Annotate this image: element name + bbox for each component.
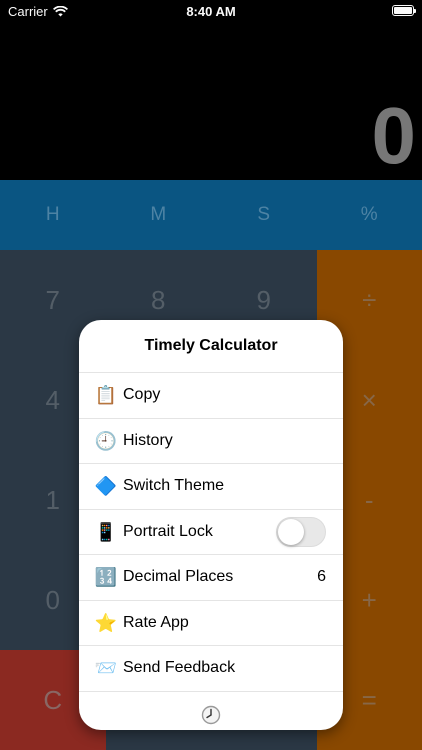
menu-footer[interactable] [79, 700, 343, 730]
envelope-icon: 📨 [94, 658, 118, 679]
numbers-icon: 🔢 [94, 567, 118, 588]
menu-item-label: History [123, 431, 173, 449]
menu-item-send-feedback[interactable]: 📨 Send Feedback [79, 646, 343, 692]
toggle-knob [278, 518, 304, 545]
menu-item-value: 6 [317, 568, 326, 586]
menu-item-label: Decimal Places [123, 568, 234, 586]
menu-item-label: Portrait Lock [123, 522, 213, 540]
clock-icon[interactable] [201, 705, 221, 725]
portrait-lock-toggle[interactable] [276, 516, 326, 547]
menu-item-portrait-lock[interactable]: 📱 Portrait Lock [79, 510, 343, 555]
menu-items: 📋 Copy 🕘 History 🔷 Switch Theme 📱 Portrait Lock… [79, 373, 343, 692]
menu-item-copy[interactable]: 📋 Copy [79, 373, 343, 419]
menu-item-label: Copy [123, 386, 161, 404]
phone-icon: 📱 [94, 521, 118, 542]
star-icon: ⭐ [94, 612, 118, 633]
settings-menu: Timely Calculator 📋 Copy 🕘 History 🔷 Switch T… [79, 320, 343, 730]
clipboard-icon: 📋 [94, 385, 118, 406]
blue-diamond-icon: 🔷 [94, 476, 118, 497]
menu-item-history[interactable]: 🕘 History [79, 419, 343, 464]
menu-item-decimal-places[interactable]: 🔢 Decimal Places 6 [79, 555, 343, 601]
menu-item-label: Rate App [123, 613, 189, 631]
menu-title: Timely Calculator [79, 320, 343, 373]
menu-item-switch-theme[interactable]: 🔷 Switch Theme [79, 464, 343, 510]
clock-icon: 🕘 [94, 430, 118, 451]
menu-item-label: Send Feedback [123, 659, 236, 677]
menu-item-label: Switch Theme [123, 477, 225, 495]
menu-item-rate-app[interactable]: ⭐ Rate App [79, 601, 343, 646]
